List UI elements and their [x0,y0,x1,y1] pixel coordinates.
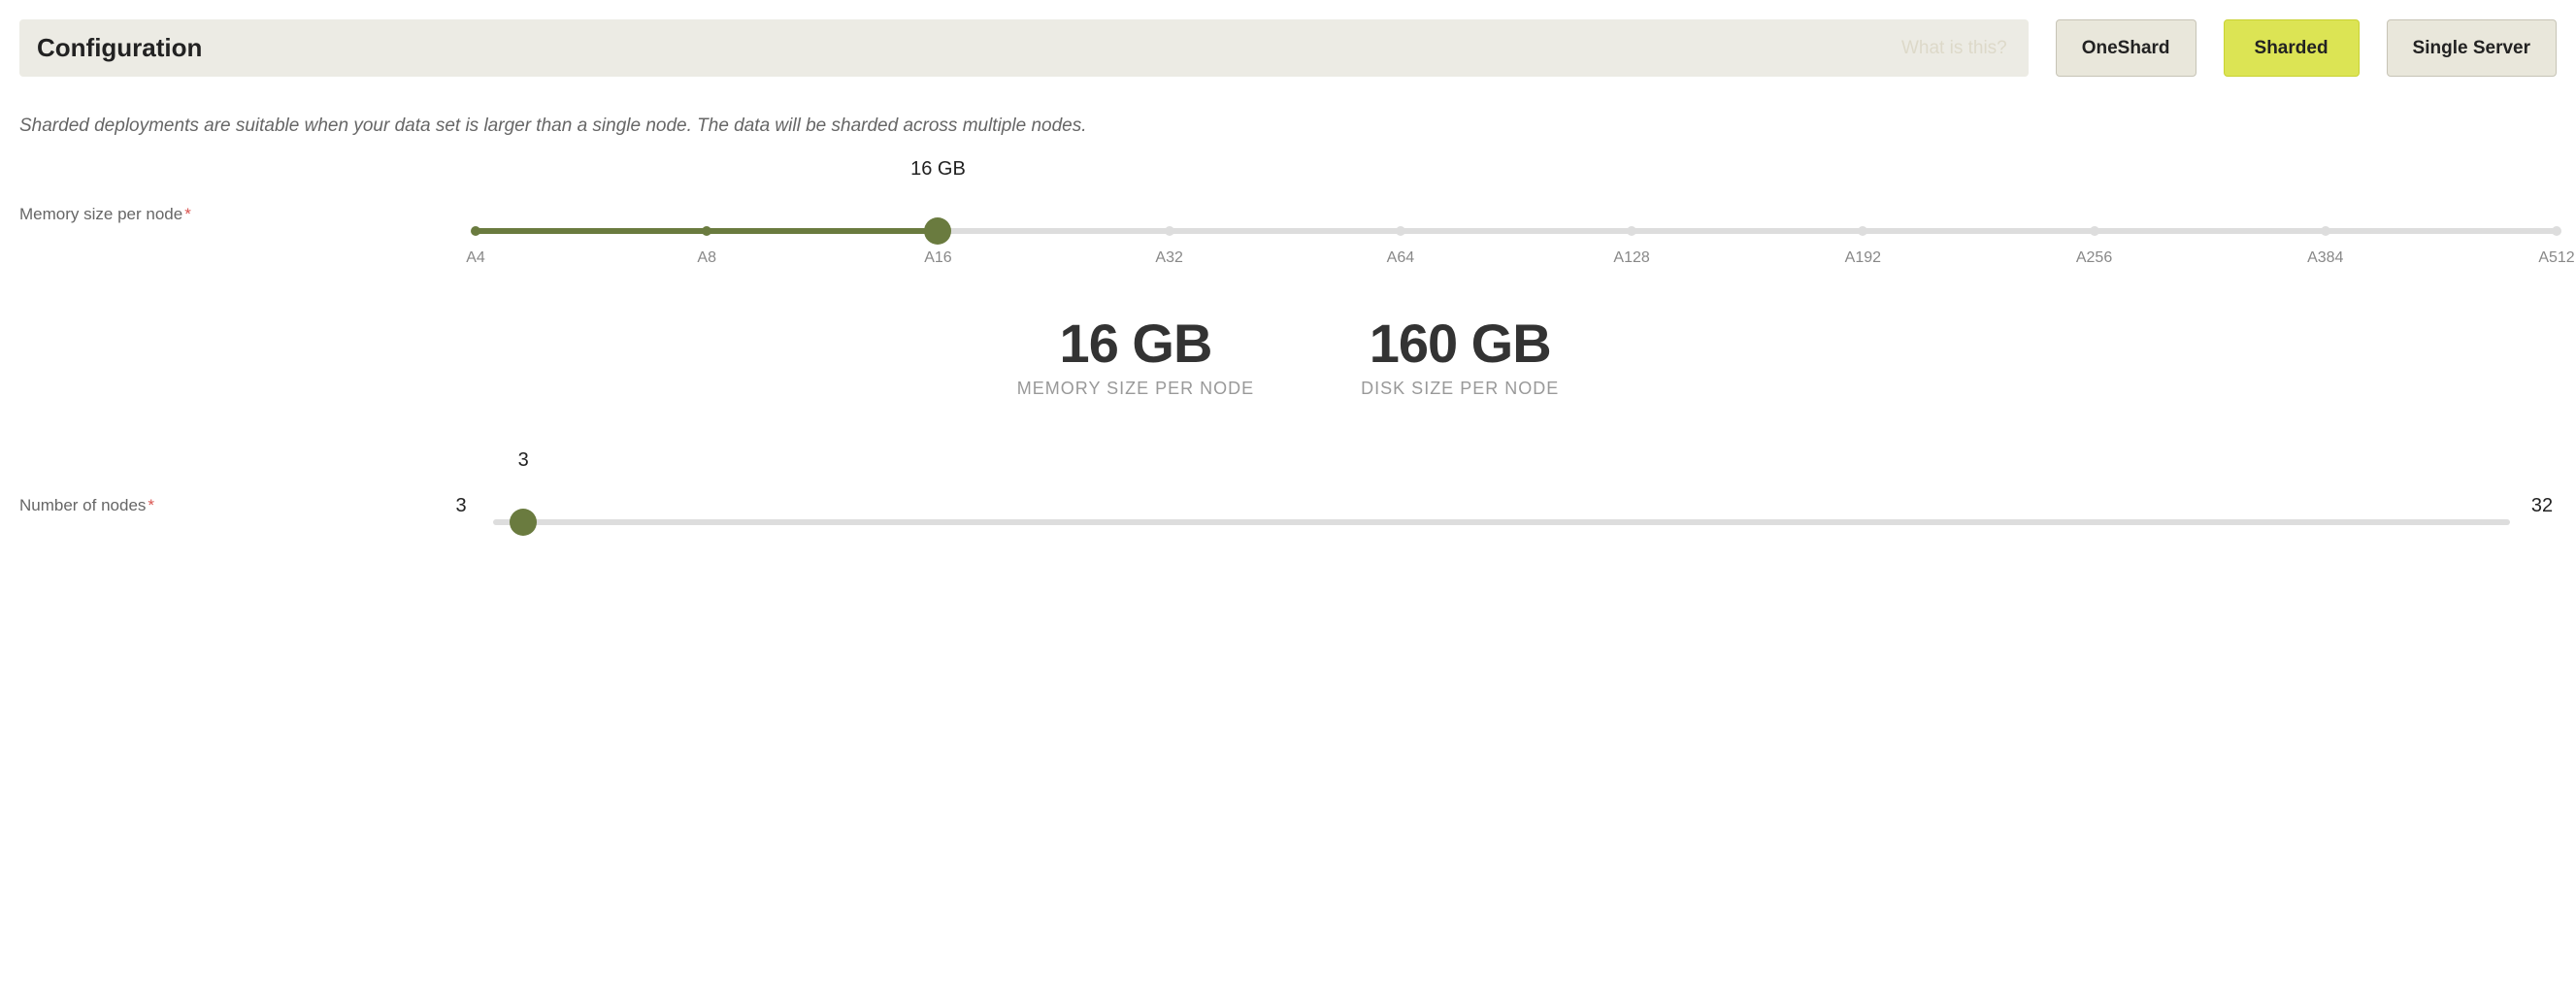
summary-disk: 160 GB DISK SIZE PER NODE [1361,312,1559,399]
memory-slider-stop[interactable] [1165,226,1174,236]
page-title: Configuration [37,33,202,63]
memory-slider-stop[interactable] [1396,226,1405,236]
nodes-slider-wrap: 3 3 32 [446,486,2557,525]
memory-slider-handle[interactable] [924,217,951,245]
memory-row: Memory size per node* 16 GB A4A8A16A32A6… [19,195,2557,234]
memory-tick-label: A512 [2538,249,2574,267]
memory-tick-label: A16 [924,249,951,267]
summary-row: 16 GB MEMORY SIZE PER NODE 160 GB DISK S… [19,312,2557,399]
required-marker: * [148,496,154,514]
mode-single-button[interactable]: Single Server [2387,19,2557,77]
memory-slider-stop[interactable] [471,226,480,236]
memory-tick-label: A4 [466,249,485,267]
mode-sharded-button[interactable]: Sharded [2224,19,2360,77]
summary-disk-caption: DISK SIZE PER NODE [1361,379,1559,399]
nodes-max: 32 [2527,495,2557,517]
required-marker: * [184,205,191,223]
memory-slider-stop[interactable] [2321,226,2330,236]
memory-value-label: 16 GB [910,158,966,181]
memory-tick-label: A128 [1613,249,1649,267]
memory-slider-track[interactable]: A4A8A16A32A64A128A192A256A384A512 [476,228,2557,234]
mode-description: Sharded deployments are suitable when yo… [19,116,2557,137]
nodes-slider-handle[interactable] [510,509,537,536]
memory-slider[interactable]: 16 GB A4A8A16A32A64A128A192A256A384A512 [476,195,2557,234]
nodes-value-label: 3 [518,449,529,472]
nodes-slider[interactable]: 3 [493,486,2510,525]
summary-memory-value: 16 GB [1017,312,1254,375]
memory-tick-label: A8 [697,249,716,267]
memory-tick-label: A256 [2076,249,2112,267]
nodes-label: Number of nodes* [19,496,446,515]
memory-tick-label: A384 [2307,249,2343,267]
nodes-label-text: Number of nodes [19,496,146,514]
memory-slider-stop[interactable] [1858,226,1867,236]
memory-tick-label: A32 [1155,249,1182,267]
memory-slider-stop[interactable] [702,226,711,236]
summary-memory: 16 GB MEMORY SIZE PER NODE [1017,312,1254,399]
mode-oneshard-button[interactable]: OneShard [2056,19,2196,77]
memory-tick-label: A64 [1387,249,1414,267]
summary-memory-caption: MEMORY SIZE PER NODE [1017,379,1254,399]
memory-slider-stop[interactable] [2552,226,2561,236]
mode-buttons: OneShard Sharded Single Server [2056,19,2557,77]
memory-label: Memory size per node* [19,205,476,224]
what-is-this-link[interactable]: What is this? [1901,38,2007,59]
header-row: Configuration What is this? OneShard Sha… [19,19,2557,77]
summary-disk-value: 160 GB [1361,312,1559,375]
memory-tick-label: A192 [1845,249,1881,267]
nodes-row: Number of nodes* 3 3 32 [19,486,2557,525]
memory-slider-stop[interactable] [2090,226,2099,236]
nodes-slider-track[interactable] [493,519,2510,525]
nodes-min: 3 [446,495,476,517]
memory-slider-stop[interactable] [1627,226,1636,236]
memory-label-text: Memory size per node [19,205,182,223]
header-bar: Configuration What is this? [19,19,2029,77]
